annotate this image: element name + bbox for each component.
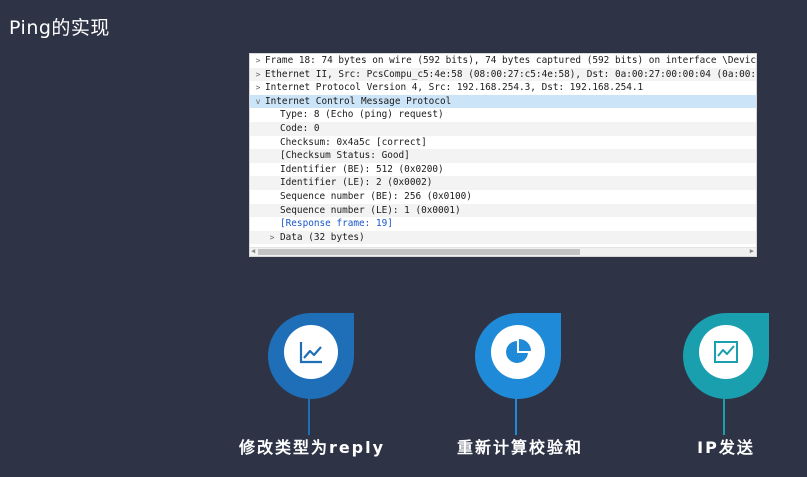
- step-label-modify-type: 修改类型为reply: [238, 438, 386, 457]
- tree-row-data[interactable]: > Data (32 bytes): [250, 230, 756, 245]
- tree-row-icmp[interactable]: v Internet Control Message Protocol: [250, 94, 756, 109]
- expand-arrow-icon[interactable]: >: [253, 81, 263, 95]
- tree-row-ethernet[interactable]: > Ethernet II, Src: PcsCompu_c5:4e:58 (0…: [250, 67, 757, 82]
- tree-row-type[interactable]: Type: 8 (Echo (ping) request): [250, 108, 756, 122]
- connector-line: [515, 395, 517, 435]
- scrollbar-thumb[interactable]: [258, 249, 580, 255]
- tree-row-text: Frame 18: 74 bytes on wire (592 bits), 7…: [265, 55, 757, 66]
- connector-line: [723, 395, 725, 435]
- tree-row-ipv4[interactable]: > Internet Protocol Version 4, Src: 192.…: [250, 81, 756, 95]
- step-label-checksum: 重新计算校验和: [456, 438, 583, 457]
- tree-row-response-frame[interactable]: [Response frame: 19]: [250, 217, 756, 231]
- tree-row-text: Internet Control Message Protocol: [265, 95, 452, 107]
- tree-row-text: Ethernet II, Src: PcsCompu_c5:4e:58 (08:…: [265, 68, 757, 80]
- scroll-left-icon[interactable]: ◀: [251, 247, 255, 255]
- slide-title: Ping的实现: [9, 17, 110, 39]
- scroll-right-icon[interactable]: ▶: [750, 247, 754, 255]
- tree-row-text: Sequence number (BE): 256 (0x0100): [280, 190, 472, 202]
- tree-row-text: [Checksum Status: Good]: [280, 150, 410, 162]
- step-badge-modify-type: [264, 309, 358, 439]
- tree-row-text: Internet Protocol Version 4, Src: 192.16…: [265, 82, 644, 94]
- tree-row-code[interactable]: Code: 0: [250, 121, 756, 136]
- tree-row-text: Checksum: 0x4a5c [correct]: [280, 136, 427, 148]
- tree-row-text: Type: 8 (Echo (ping) request): [280, 109, 444, 121]
- tree-row-sequence-be[interactable]: Sequence number (BE): 256 (0x0100): [250, 190, 756, 204]
- tree-row-text: Data (32 bytes): [280, 231, 365, 243]
- expand-arrow-icon[interactable]: >: [267, 231, 277, 245]
- tree-row-text: Identifier (LE): 2 (0x0002): [280, 177, 433, 189]
- pie-chart-icon: [491, 325, 545, 379]
- line-chart-icon: [284, 325, 338, 379]
- tree-row-text: Code: 0: [280, 122, 320, 134]
- horizontal-scrollbar[interactable]: ◀ ▶: [250, 247, 756, 256]
- packet-details-pane[interactable]: > Frame 18: 74 bytes on wire (592 bits),…: [249, 53, 757, 257]
- step-badge-checksum: [471, 309, 565, 439]
- tree-row-text: Identifier (BE): 512 (0x0200): [280, 163, 444, 175]
- tree-row-text: Sequence number (LE): 1 (0x0001): [280, 204, 461, 216]
- tree-row-sequence-le[interactable]: Sequence number (LE): 1 (0x0001): [250, 203, 756, 218]
- expand-arrow-icon[interactable]: >: [253, 54, 263, 68]
- area-chart-icon: [699, 325, 753, 379]
- tree-row-checksum[interactable]: Checksum: 0x4a5c [correct]: [250, 136, 756, 150]
- connector-line: [308, 395, 310, 435]
- response-frame-link[interactable]: [Response frame: 19]: [280, 217, 393, 231]
- tree-row-frame[interactable]: > Frame 18: 74 bytes on wire (592 bits),…: [250, 54, 756, 68]
- step-badge-ip-send: [679, 309, 773, 439]
- collapse-arrow-icon[interactable]: v: [253, 95, 263, 109]
- tree-row-checksum-status[interactable]: [Checksum Status: Good]: [250, 149, 756, 163]
- tree-row-identifier-be[interactable]: Identifier (BE): 512 (0x0200): [250, 163, 756, 177]
- expand-arrow-icon[interactable]: >: [253, 68, 263, 82]
- step-label-ip-send: IP发送: [697, 438, 755, 457]
- tree-row-identifier-le[interactable]: Identifier (LE): 2 (0x0002): [250, 176, 756, 190]
